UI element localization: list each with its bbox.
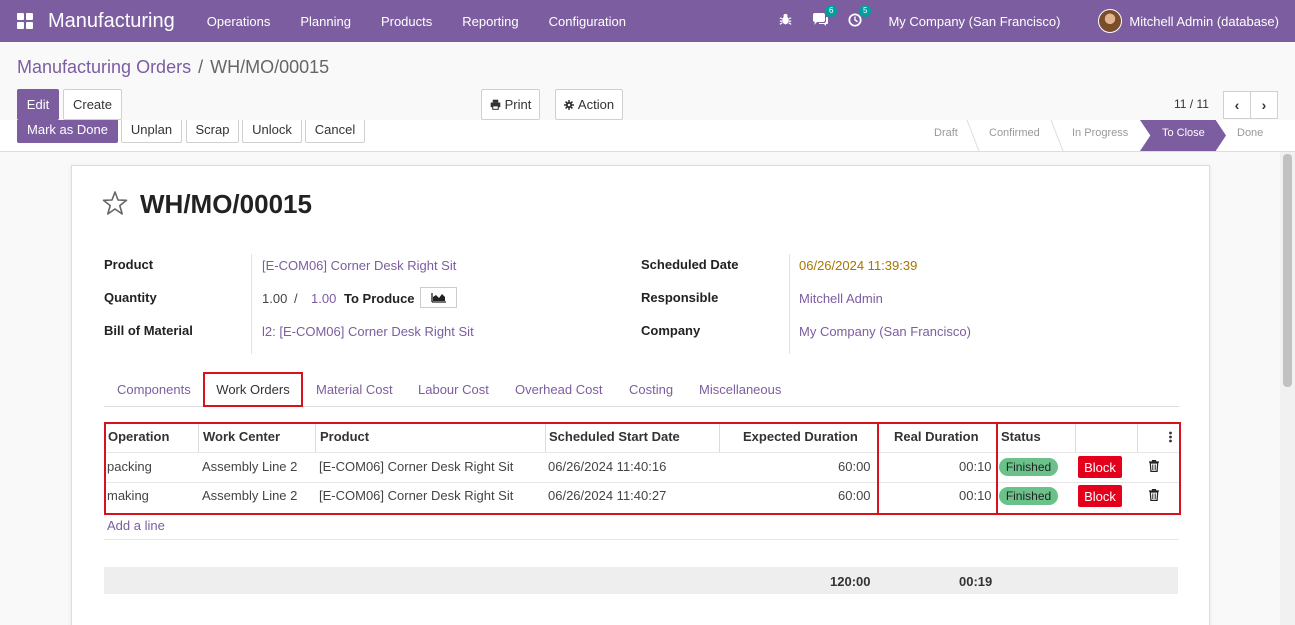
product-label: Product	[104, 257, 154, 272]
menu-reporting[interactable]: Reporting	[447, 14, 533, 29]
gear-icon	[563, 99, 574, 110]
stage-draft[interactable]: Draft	[934, 127, 958, 139]
debug-bug-icon[interactable]	[779, 13, 792, 29]
tab-labour-cost[interactable]: Labour Cost	[418, 382, 489, 397]
stage-done[interactable]: Done	[1237, 127, 1263, 139]
company-switcher[interactable]: My Company (San Francisco)	[888, 14, 1060, 29]
stage-confirmed[interactable]: Confirmed	[989, 127, 1040, 139]
company-field[interactable]: My Company (San Francisco)	[799, 324, 971, 339]
company-label: Company	[641, 323, 701, 338]
quantity-label: Quantity	[104, 290, 157, 305]
breadcrumb-parent[interactable]: Manufacturing Orders	[17, 57, 191, 77]
top-navbar: Manufacturing Operations Planning Produc…	[0, 0, 1295, 42]
edit-button[interactable]: Edit	[17, 89, 59, 120]
stage-divider	[966, 120, 980, 151]
table-bottom-divider	[104, 539, 1179, 540]
responsible-field[interactable]: Mitchell Admin	[799, 291, 883, 306]
scheduled-date-field[interactable]: 06/26/2024 11:39:39	[799, 258, 917, 273]
action-label: Action	[577, 97, 615, 112]
bom-field[interactable]: l2: [E-COM06] Corner Desk Right Sit	[262, 324, 474, 339]
breadcrumb-current: WH/MO/00015	[210, 57, 330, 77]
tab-overhead-cost[interactable]: Overhead Cost	[515, 382, 602, 397]
pager-next-button[interactable]: ›	[1250, 91, 1278, 119]
priority-star-icon[interactable]	[102, 190, 128, 216]
pager-value[interactable]: 11 / 11	[1174, 97, 1209, 111]
tab-work-orders[interactable]: Work Orders	[203, 372, 303, 407]
tab-costing[interactable]: Costing	[629, 382, 673, 397]
table-totals-row	[104, 567, 1178, 594]
qty-separator: /	[294, 291, 298, 306]
area-chart-icon	[431, 293, 446, 303]
total-expected-duration: 120:00	[830, 574, 871, 589]
main-menu: Operations Planning Products Reporting C…	[192, 14, 641, 29]
total-real-duration: 00:19	[959, 574, 993, 589]
cancel-button[interactable]: Cancel	[305, 120, 365, 143]
menu-operations[interactable]: Operations	[192, 14, 286, 29]
pager-previous-button[interactable]: ‹	[1223, 91, 1251, 119]
unlock-button[interactable]: Unlock	[242, 120, 302, 143]
messages-count-badge: 6	[825, 4, 838, 17]
unplan-button[interactable]: Unplan	[121, 120, 182, 143]
activities-clock-icon[interactable]: 5	[848, 4, 872, 30]
stage-divider	[1050, 120, 1064, 151]
create-button[interactable]: Create	[63, 89, 122, 120]
action-button[interactable]: Action	[555, 89, 623, 120]
stage-to-close[interactable]: To Close	[1140, 120, 1226, 151]
app-name[interactable]: Manufacturing	[48, 10, 175, 33]
apps-menu-icon[interactable]	[17, 13, 33, 29]
user-avatar[interactable]	[1098, 9, 1123, 33]
user-menu[interactable]: Mitchell Admin (database)	[1129, 14, 1279, 29]
activities-count-badge: 5	[859, 4, 872, 17]
to-produce-label: To Produce	[344, 291, 415, 306]
highlight-box-planned-columns	[104, 422, 879, 515]
forecast-graph-button[interactable]	[420, 287, 457, 308]
stage-in-progress[interactable]: In Progress	[1072, 127, 1128, 139]
bom-label: Bill of Material	[104, 323, 193, 338]
chevron-left-icon: ‹	[1234, 97, 1240, 113]
breadcrumb: Manufacturing Orders / WH/MO/00015	[17, 57, 329, 78]
field-divider	[251, 254, 252, 354]
scrollbar-thumb[interactable]	[1283, 154, 1292, 387]
tab-components[interactable]: Components	[117, 382, 191, 397]
responsible-label: Responsible	[641, 290, 719, 305]
qty-total-field[interactable]: 1.00	[311, 291, 336, 306]
menu-configuration[interactable]: Configuration	[534, 14, 641, 29]
record-title: WH/MO/00015	[140, 189, 312, 219]
field-divider	[789, 254, 790, 354]
print-button[interactable]: Print	[481, 89, 540, 120]
mark-as-done-button[interactable]: Mark as Done	[17, 120, 118, 143]
tab-material-cost[interactable]: Material Cost	[316, 382, 393, 397]
vertical-scrollbar[interactable]	[1280, 152, 1295, 625]
scrap-button[interactable]: Scrap	[186, 120, 239, 143]
messages-icon[interactable]: 6	[812, 4, 838, 30]
highlight-box-real-duration	[877, 422, 998, 515]
chevron-right-icon: ›	[1261, 97, 1267, 113]
qty-produced-field: 1.00	[262, 291, 288, 306]
scheduled-date-label: Scheduled Date	[641, 257, 739, 272]
print-icon	[490, 99, 500, 110]
highlight-box-status-actions	[996, 422, 1181, 515]
print-label: Print	[504, 97, 532, 112]
menu-planning[interactable]: Planning	[285, 14, 366, 29]
breadcrumb-separator: /	[198, 57, 204, 77]
menu-products[interactable]: Products	[366, 14, 447, 29]
systray: 6 5 My Company (San Francisco) Mitchell …	[769, 0, 1295, 42]
tab-miscellaneous[interactable]: Miscellaneous	[699, 382, 781, 397]
add-a-line-link[interactable]: Add a line	[107, 518, 165, 533]
product-field[interactable]: [E-COM06] Corner Desk Right Sit	[262, 258, 456, 273]
statusbar: Mark as Done Unplan Scrap Unlock Cancel …	[0, 120, 1295, 152]
